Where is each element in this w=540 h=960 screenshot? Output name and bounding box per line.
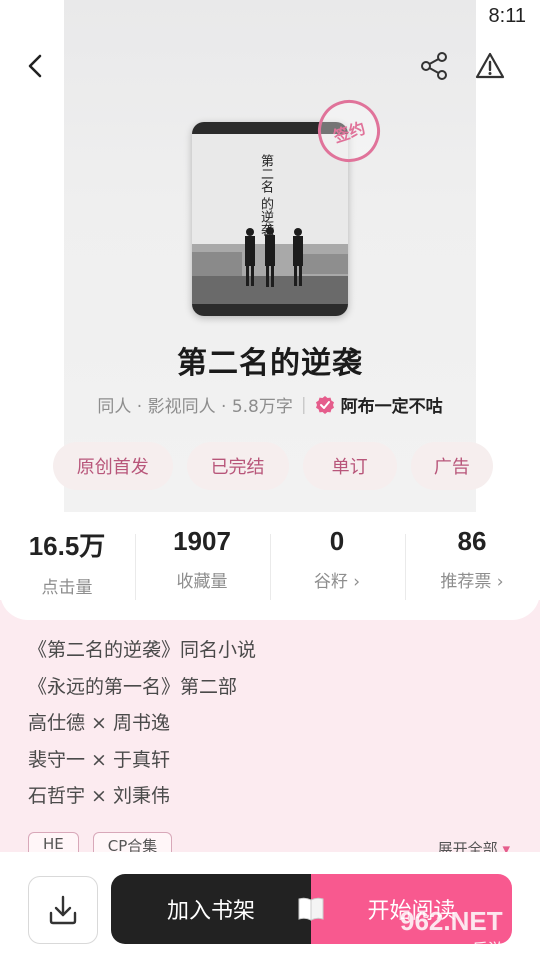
report-button[interactable] (474, 50, 506, 82)
verified-author-icon (315, 395, 334, 414)
stat-clicks: 16.5万 点击量 (0, 526, 134, 598)
watermark-logo-text: 962.NET (400, 906, 503, 936)
description-line: 石哲宇 × 刘秉伟 (28, 785, 170, 807)
stat-value: 16.5万 (28, 531, 106, 561)
meta-divider: | (300, 394, 307, 415)
open-book-icon (298, 897, 324, 921)
stat-label: 推荐票 › (440, 572, 504, 592)
share-button[interactable] (418, 50, 450, 82)
status-time: 8:11 (488, 5, 526, 27)
stamp-text: 签约 (331, 118, 368, 147)
stat-label: 谷籽 › (313, 572, 361, 592)
report-warning-icon (475, 52, 505, 79)
tag-original[interactable]: 原创首发 (53, 442, 173, 490)
book-title: 第二名的逆袭 (177, 346, 363, 381)
stat-recommend-votes[interactable]: 86 推荐票 › (405, 526, 539, 592)
add-shelf-label: 加入书架 (166, 899, 255, 924)
book-category: 同人 · 影视同人 · 5.8万字 (97, 397, 293, 417)
book-meta: 同人 · 影视同人 · 5.8万字 | 阿布一定不咕 (0, 392, 540, 418)
download-button[interactable] (28, 876, 98, 944)
watermark-subtext: 乐游网 (472, 940, 521, 959)
add-to-shelf-button[interactable]: 加入书架 (111, 874, 311, 944)
back-button[interactable] (18, 48, 54, 84)
stats-card: 16.5万 点击量 1907 收藏量 0 谷籽 › 86 推荐票 › (0, 512, 540, 620)
stat-label: 点击量 (41, 578, 93, 598)
site-watermark: 962.NET 乐游网 (396, 904, 536, 959)
stat-value: 86 (457, 526, 487, 556)
stat-value: 0 (329, 526, 345, 556)
stat-value: 1907 (173, 526, 231, 556)
stat-seeds[interactable]: 0 谷籽 › (270, 526, 404, 592)
stat-label: 收藏量 (176, 572, 228, 592)
author-name: 阿布一定不咕 (340, 397, 443, 417)
cover-title-line-2: 的逆袭 (258, 197, 273, 237)
stat-favorites: 1907 收藏量 (135, 526, 269, 592)
back-arrow-icon (28, 54, 42, 78)
cover-title-line-1: 第二名 (258, 154, 273, 193)
description-line: 《永远的第一名》第二部 (28, 675, 238, 698)
tag-completed[interactable]: 已完结 (186, 442, 289, 490)
cover-photo: 第二名 的逆袭 (192, 134, 348, 304)
share-icon (421, 52, 447, 80)
tag-ad[interactable]: 广告 (410, 442, 493, 490)
description-line: 《第二名的逆袭》同名小说 (28, 639, 257, 661)
tag-single-order[interactable]: 单订 (302, 442, 397, 490)
description-line: 裴守一 × 于真轩 (28, 748, 170, 771)
author-link[interactable]: 阿布一定不咕 (315, 392, 443, 417)
description-text: 《第二名的逆袭》同名小说 《永远的第一名》第二部 高仕德 × 周书逸 裴守一 ×… (28, 632, 256, 815)
book-tags: 原创首发 已完结 单订 广告 (53, 442, 493, 490)
description-line: 高仕德 × 周书逸 (28, 712, 170, 734)
download-icon (49, 895, 77, 925)
